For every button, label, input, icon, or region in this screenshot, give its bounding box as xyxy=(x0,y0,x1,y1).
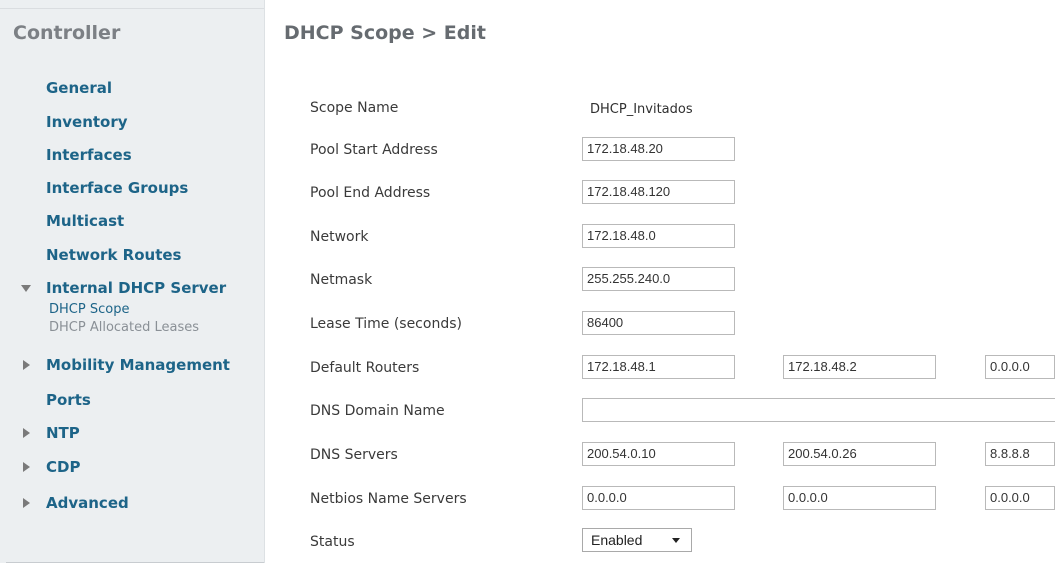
status-label: Status xyxy=(310,534,355,550)
lease-time-label: Lease Time (seconds) xyxy=(310,316,462,332)
sidebar-item-general[interactable]: General xyxy=(46,79,112,97)
pool-end-input[interactable]: 172.18.48.120 xyxy=(582,180,735,204)
network-input[interactable]: 172.18.48.0 xyxy=(582,224,735,248)
status-select-value: Enabled xyxy=(591,532,643,548)
dns-server-3-input[interactable]: 8.8.8.8 xyxy=(985,442,1055,466)
sidebar-top-divider xyxy=(0,8,264,9)
netmask-label: Netmask xyxy=(310,272,373,288)
netmask-input[interactable]: 255.255.240.0 xyxy=(582,267,735,291)
lease-time-input[interactable]: 86400 xyxy=(582,311,735,335)
dns-domain-input[interactable] xyxy=(582,398,1055,422)
dns-server-2-input[interactable]: 200.54.0.26 xyxy=(783,442,936,466)
dns-server-1-input[interactable]: 200.54.0.10 xyxy=(582,442,735,466)
network-label: Network xyxy=(310,229,369,245)
scope-name-label: Scope Name xyxy=(310,100,399,116)
chevron-down-icon xyxy=(672,538,680,543)
sidebar-title: Controller xyxy=(13,22,121,44)
netbios-server-1-input[interactable]: 0.0.0.0 xyxy=(582,486,735,510)
sidebar-item-mobility-management[interactable]: Mobility Management xyxy=(23,356,230,374)
sidebar-item-ports[interactable]: Ports xyxy=(46,391,91,409)
status-select[interactable]: Enabled xyxy=(582,528,692,552)
sidebar-item-internal-dhcp-server[interactable]: Internal DHCP Server xyxy=(20,279,226,297)
pool-start-input[interactable]: 172.18.48.20 xyxy=(582,137,735,161)
dns-domain-label: DNS Domain Name xyxy=(310,403,445,419)
default-routers-label: Default Routers xyxy=(310,360,420,376)
netbios-label: Netbios Name Servers xyxy=(310,491,467,507)
page-title: DHCP Scope > Edit xyxy=(284,22,486,44)
sidebar-item-advanced[interactable]: Advanced xyxy=(23,494,129,512)
pool-start-label: Pool Start Address xyxy=(310,142,438,158)
scope-name-value: DHCP_Invitados xyxy=(590,102,693,117)
sidebar-item-interfaces[interactable]: Interfaces xyxy=(46,146,132,164)
sidebar-item-interface-groups[interactable]: Interface Groups xyxy=(46,179,188,197)
netbios-server-3-input[interactable]: 0.0.0.0 xyxy=(985,486,1055,510)
sidebar-subitem-dhcp-scope[interactable]: DHCP Scope xyxy=(49,302,129,317)
sidebar: Controller General Inventory Interfaces … xyxy=(0,0,265,563)
sidebar-item-inventory[interactable]: Inventory xyxy=(46,113,128,131)
netbios-server-2-input[interactable]: 0.0.0.0 xyxy=(783,486,936,510)
sidebar-item-ntp[interactable]: NTP xyxy=(23,424,80,442)
default-router-2-input[interactable]: 172.18.48.2 xyxy=(783,355,936,379)
default-router-1-input[interactable]: 172.18.48.1 xyxy=(582,355,735,379)
pool-end-label: Pool End Address xyxy=(310,185,431,201)
sidebar-item-network-routes[interactable]: Network Routes xyxy=(46,246,181,264)
sidebar-subitem-dhcp-allocated-leases[interactable]: DHCP Allocated Leases xyxy=(49,320,199,335)
sidebar-item-multicast[interactable]: Multicast xyxy=(46,212,124,230)
default-router-3-input[interactable]: 0.0.0.0 xyxy=(985,355,1055,379)
sidebar-item-cdp[interactable]: CDP xyxy=(22,458,80,476)
dns-servers-label: DNS Servers xyxy=(310,447,398,463)
